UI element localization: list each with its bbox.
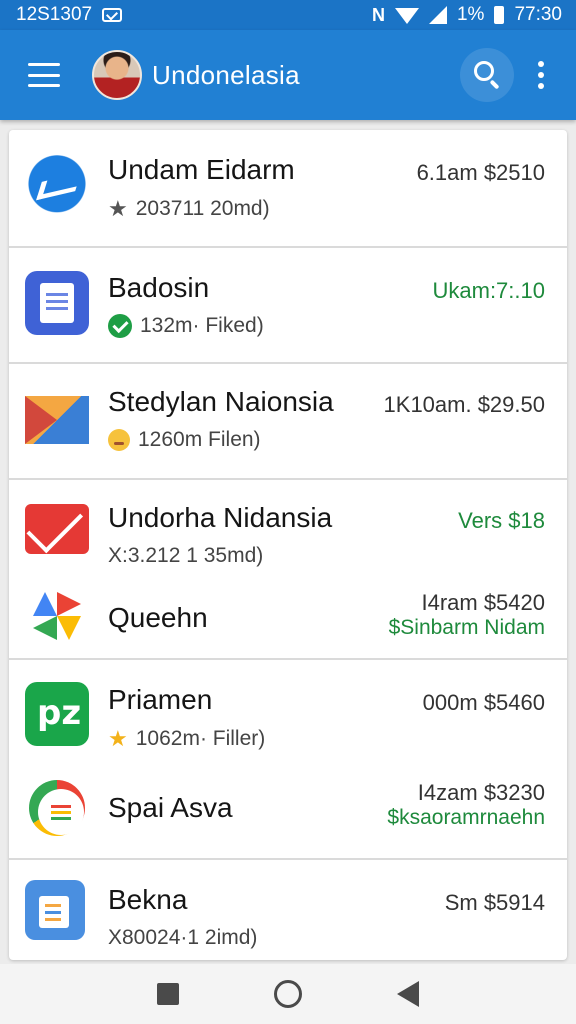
status-time-right: 77:30 (514, 4, 562, 25)
wifi-icon (394, 8, 419, 24)
item-title: Priamen (108, 684, 213, 715)
list-item[interactable]: Badosin 132m· Fiked) Ukam:7:.10 (9, 248, 567, 362)
app-title: Undonelasia (152, 59, 300, 90)
item-meta: 000m $5460 (422, 690, 545, 715)
item-subtitle-text: 132m· Fiked) (140, 314, 264, 337)
item-title: Spai Asva (108, 792, 233, 823)
search-icon (474, 61, 494, 81)
app-list: Undam Eidarm ★ 203711 20md) 6.1am $2510 … (9, 130, 567, 960)
home-button[interactable] (273, 980, 302, 1008)
search-button[interactable] (460, 48, 514, 102)
item-subtitle: 1260m Filen) (108, 428, 261, 452)
item-subtitle: ★ 203711 20md) (108, 196, 270, 222)
item-meta: 1K10am. $29.50 (383, 392, 545, 417)
notification-icon (102, 8, 123, 22)
messenger-app-icon (25, 155, 89, 219)
list-item[interactable]: Stedylan Naionsia 1260m Filen) 1K10am. $… (9, 364, 567, 478)
item-title: Undorha Nidansia (108, 502, 333, 533)
star-icon: ★ (108, 196, 128, 221)
item-subtitle: ★ 1062m· Filler) (108, 726, 265, 752)
list-item[interactable]: Queehn I4ram $5420 $Sinbarm Nidam (9, 580, 567, 656)
avatar[interactable] (92, 50, 142, 100)
item-meta: I4zam $3230 (417, 780, 545, 805)
item-meta: I4ram $5420 (421, 590, 545, 615)
signal-icon (428, 6, 447, 24)
item-subtitle-text: 203711 20md) (135, 197, 270, 220)
emoji-icon (108, 429, 130, 451)
item-subtitle-text: 1260m Filen) (138, 428, 261, 451)
nfc-icon: N (371, 4, 385, 25)
list-item[interactable]: Undam Eidarm ★ 203711 20md) 6.1am $2510 (9, 130, 567, 246)
item-meta: Ukam:7:.10 (432, 278, 546, 303)
app-bar: Undonelasia (0, 30, 576, 120)
mail-app-icon (25, 388, 89, 452)
ring-app-icon (29, 780, 85, 836)
back-button[interactable] (396, 981, 419, 1007)
check-icon (108, 314, 132, 338)
list-item[interactable]: Bekna X80024·1 2imd) Sm $5914 (9, 860, 567, 960)
item-subtitle-text: 1062m· Filler) (135, 727, 266, 750)
item-subtitle-text: X80024·1 2imd) (108, 926, 258, 949)
pz-app-icon (25, 682, 89, 746)
item-title: Bekna (108, 884, 188, 915)
list-item[interactable]: Spai Asva I4zam $3230 $ksaoramrnaehn (9, 770, 567, 856)
list-item[interactable]: Undorha Nidansia X:3.212 1 35md) Vers $1… (9, 480, 567, 590)
slides-app-icon (25, 880, 85, 940)
system-nav-bar (0, 964, 576, 1024)
item-meta: 6.1am $2510 (416, 160, 545, 185)
item-subtitle: 132m· Fiked) (108, 314, 264, 338)
star-icon: ★ (108, 726, 128, 751)
item-title: Stedylan Naionsia (108, 386, 334, 417)
status-time-left: 12S1307 (16, 4, 93, 25)
battery-icon (494, 6, 505, 24)
item-meta-secondary: $ksaoramrnaehn (387, 806, 545, 829)
status-bar: 12S1307 N 1% 77:30 (0, 0, 576, 30)
item-meta: Sm $5914 (444, 890, 545, 915)
docs-app-icon (25, 271, 89, 335)
photos-app-icon (25, 584, 89, 648)
item-meta: Vers $18 (458, 508, 545, 533)
item-subtitle: X80024·1 2imd) (108, 926, 257, 950)
item-title: Queehn (108, 602, 208, 633)
list-item[interactable]: Priamen ★ 1062m· Filler) 000m $5460 (9, 660, 567, 770)
item-subtitle: X:3.212 1 35md) (108, 544, 263, 568)
item-subtitle-text: X:3.212 1 35md) (108, 544, 264, 567)
item-title: Badosin (108, 272, 210, 303)
more-options-icon[interactable] (536, 61, 546, 89)
item-meta-secondary: $Sinbarm Nidam (388, 616, 545, 639)
item-title: Undam Eidarm (108, 154, 295, 185)
battery-percent: 1% (456, 4, 485, 25)
gmail-app-icon (25, 504, 89, 554)
recents-button[interactable] (157, 983, 180, 1005)
menu-icon[interactable] (28, 63, 60, 87)
